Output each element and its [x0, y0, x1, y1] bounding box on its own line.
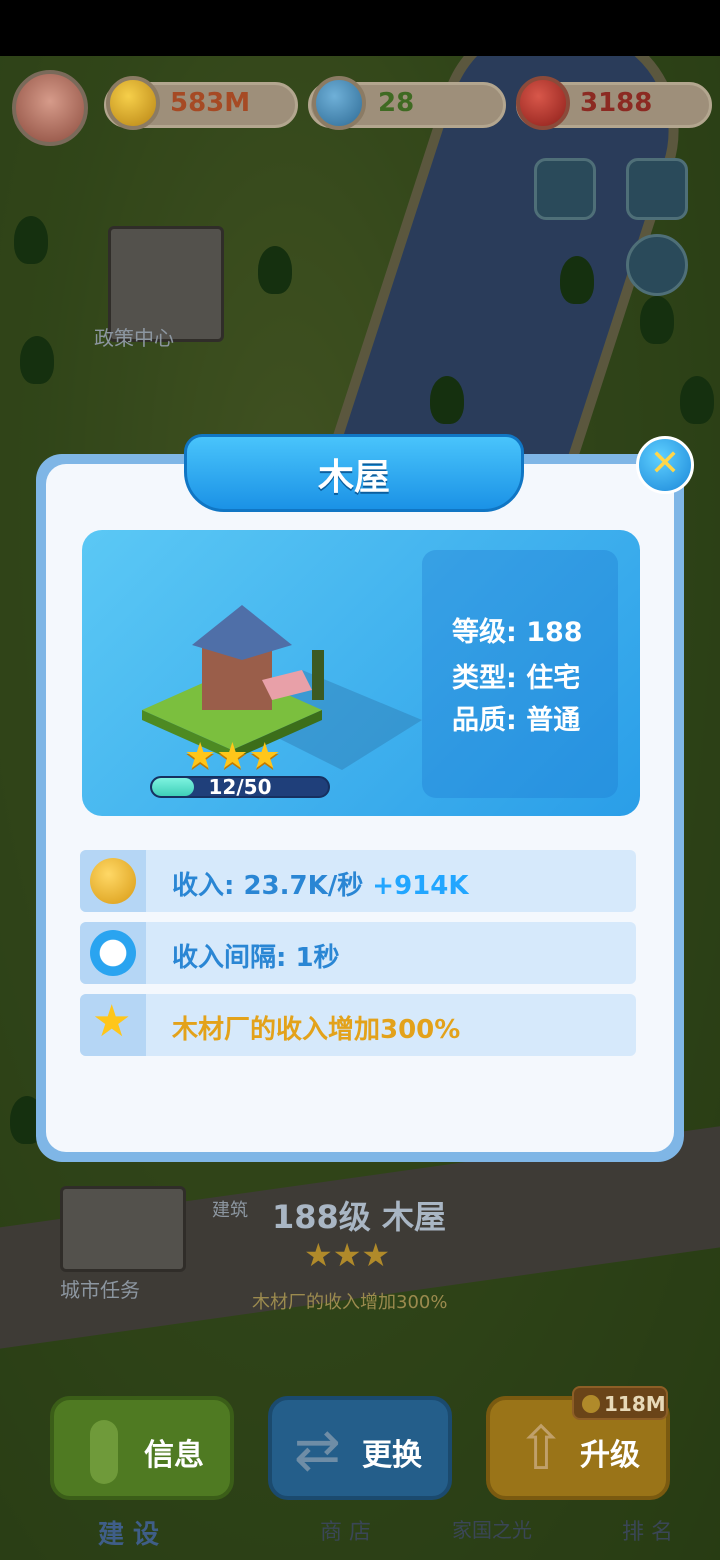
bonus-row: ★ 木材厂的收入增加300% — [80, 994, 636, 1056]
coin-icon — [106, 76, 160, 130]
arrow-up-icon: ⇧ — [516, 1414, 567, 1484]
level-text: 等级: 188 — [452, 617, 583, 648]
info-button[interactable]: 信息 — [50, 1396, 234, 1500]
heart-icon — [516, 76, 570, 130]
dialog-title: 木屋 — [317, 457, 390, 498]
status-bar — [0, 0, 720, 56]
star-rating: ★★★ — [184, 736, 281, 777]
bg-star-rating: ★★★ — [304, 1236, 390, 1274]
replace-button-label: 更换 — [362, 1438, 422, 1473]
clock-icon — [90, 930, 136, 976]
close-button[interactable]: ✕ — [636, 436, 694, 494]
build-label-partial: 建筑 — [212, 1200, 248, 1221]
policy-center-label: 政策中心 — [94, 326, 174, 350]
type-text: 类型: 住宅 — [452, 663, 581, 694]
megaphone-icon[interactable] — [626, 234, 688, 296]
coin-value: 583M — [170, 88, 251, 118]
star-icon: ★ — [184, 736, 217, 777]
swap-icon: ⇄ — [294, 1418, 341, 1483]
replace-button[interactable]: ⇄ 更换 — [268, 1396, 452, 1500]
income-row: 收入: 23.7K/秒 +914K — [80, 850, 636, 912]
interval-row: 收入间隔: 1秒 — [80, 922, 636, 984]
upgrade-button-label: 升级 — [580, 1438, 640, 1473]
interval-text: 收入间隔: 1秒 — [172, 943, 340, 973]
nav-homeland[interactable]: 家国之光 — [452, 1514, 532, 1543]
star-icon: ★ — [216, 736, 249, 777]
nav-build[interactable]: 建 设 — [98, 1514, 159, 1551]
coin-icon — [90, 858, 136, 904]
person-icon — [90, 1420, 118, 1484]
event-button[interactable] — [534, 158, 596, 220]
city-task-label: 城市任务 — [60, 1278, 140, 1302]
income-icon-box — [80, 850, 146, 912]
income-label: 收入: 23.7K/秒 — [172, 871, 373, 901]
star-icon: ★ — [248, 736, 281, 777]
star-icon: ★ — [92, 996, 132, 1047]
income-text: 收入: 23.7K/秒 +914K — [172, 865, 469, 902]
blue-star-icon — [312, 76, 366, 130]
upgrade-cost: 118M — [604, 1392, 666, 1416]
info-button-label: 信息 — [144, 1438, 204, 1473]
bonus-text: 木材厂的收入增加300% — [172, 1015, 461, 1045]
quality-text: 品质: 普通 — [452, 705, 581, 736]
star-icon: ★ — [304, 1236, 333, 1274]
nav-shop[interactable]: 商 店 — [320, 1514, 371, 1546]
progress-text: 12/50 — [208, 775, 272, 799]
income-bonus: +914K — [372, 871, 469, 901]
bg-building-title: 188级 木屋 — [272, 1198, 446, 1236]
nav-rank[interactable]: 排 名 — [622, 1514, 673, 1546]
bonus-icon-box: ★ — [80, 994, 146, 1056]
character-button[interactable] — [626, 158, 688, 220]
coin-icon — [582, 1395, 600, 1413]
interval-icon-box — [80, 922, 146, 984]
star-value: 28 — [378, 88, 415, 118]
bg-building-desc: 木材厂的收入增加300% — [252, 1292, 448, 1313]
heart-value: 3188 — [580, 88, 653, 118]
star-icon: ★ — [332, 1236, 362, 1274]
star-icon: ★ — [361, 1236, 391, 1274]
player-avatar[interactable] — [12, 70, 88, 146]
upgrade-cost-badge: 118M — [572, 1386, 668, 1420]
